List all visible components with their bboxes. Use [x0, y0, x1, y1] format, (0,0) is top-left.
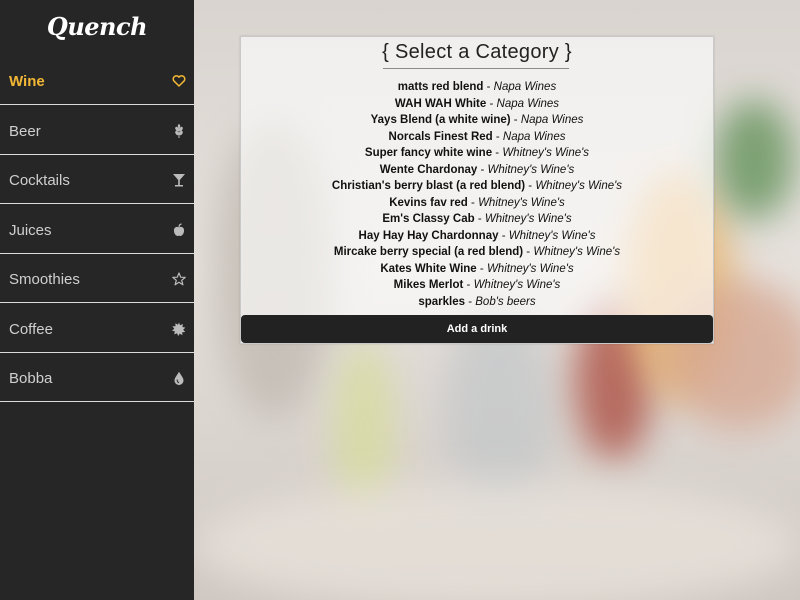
- sidebar-item-wine[interactable]: Wine: [0, 57, 194, 105]
- drink-separator: -: [492, 130, 503, 143]
- drink-separator: -: [486, 97, 497, 110]
- drink-source: Whitney's Wine's: [487, 163, 575, 176]
- drink-source: Whitney's Wine's: [533, 246, 621, 258]
- heart-icon: [172, 74, 186, 88]
- drink-name: Christian's berry blast (a red blend): [331, 180, 526, 192]
- coffee-bean-icon: [172, 322, 186, 336]
- add-drink-button[interactable]: Add a drink: [241, 315, 713, 343]
- sidebar-item-label: Juices: [9, 221, 52, 239]
- drink-name: WAH WAH White: [394, 97, 487, 110]
- drink-source: Bob's beers: [475, 295, 536, 308]
- sidebar-item-label: Beer: [9, 122, 41, 140]
- drink-separator: -: [510, 114, 521, 126]
- drink-separator: -: [476, 262, 487, 275]
- drink-list-item[interactable]: Kevins fav red - Whitney's Wine's: [241, 195, 713, 212]
- drink-separator: -: [467, 196, 479, 209]
- drink-name: Mircake berry special (a red blend): [333, 246, 524, 258]
- sidebar-item-label: Smoothies: [9, 271, 80, 288]
- sidebar-item-label: Cocktails: [9, 172, 70, 189]
- drink-list-item[interactable]: sparkles - Bob's beers: [241, 294, 713, 311]
- drink-name: Hay Hay Hay Chardonnay: [358, 229, 499, 242]
- drink-list-item[interactable]: Christian's berry blast (a red blend) - …: [241, 178, 713, 195]
- drink-separator: -: [474, 213, 485, 225]
- drop-icon: [172, 371, 186, 385]
- drink-source: Whitney's Wine's: [484, 213, 572, 225]
- star-icon: [172, 272, 186, 286]
- sidebar-item-juices[interactable]: Juices: [0, 206, 194, 254]
- drink-list-item[interactable]: Mikes Merlot - Whitney's Wine's: [241, 277, 713, 294]
- drink-name: sparkles: [418, 295, 466, 308]
- category-panel: { Select a Category } matts red blend - …: [240, 36, 714, 344]
- app-logo: Quench: [46, 12, 148, 41]
- drink-list-item[interactable]: Norcals Finest Red - Napa Wines: [241, 129, 713, 146]
- category-menu: Wine Beer Cocktails Juices Smoothies Coffee Bo…: [0, 57, 194, 404]
- drink-source: Whitney's Wine's: [486, 262, 574, 275]
- drink-list-item[interactable]: WAH WAH White - Napa Wines: [241, 96, 713, 113]
- wheat-icon: [172, 123, 186, 138]
- drink-source: Whitney's Wine's: [502, 147, 590, 159]
- drink-source: Whitney's Wine's: [535, 180, 623, 192]
- sidebar-item-beer[interactable]: Beer: [0, 107, 194, 155]
- drink-list-item[interactable]: Wente Chardonay - Whitney's Wine's: [241, 162, 713, 179]
- cocktail-icon: [172, 173, 186, 187]
- drink-separator: -: [525, 180, 536, 192]
- drink-separator: -: [492, 147, 503, 159]
- drink-separator: -: [523, 246, 534, 258]
- sidebar-item-label: Bobba: [9, 370, 53, 387]
- drink-separator: -: [483, 81, 494, 93]
- drink-list-item[interactable]: Kates White Wine - Whitney's Wine's: [241, 261, 713, 278]
- drink-source: Whitney's Wine's: [478, 196, 565, 209]
- panel-title: { Select a Category }: [382, 41, 572, 63]
- drink-separator: -: [498, 229, 509, 242]
- drink-list-item[interactable]: Mircake berry special (a red blend) - Wh…: [241, 244, 713, 261]
- title-divider: [383, 68, 569, 69]
- drink-separator: -: [465, 295, 476, 308]
- drink-name: Kates White Wine: [380, 262, 477, 275]
- drink-list-item[interactable]: Super fancy white wine - Whitney's Wine'…: [241, 145, 713, 162]
- drink-source: Napa Wines: [496, 97, 560, 110]
- drink-source: Whitney's Wine's: [508, 229, 596, 242]
- drink-separator: -: [463, 279, 474, 291]
- drink-name: Em's Classy Cab: [382, 213, 475, 225]
- drink-source: Napa Wines: [502, 130, 566, 143]
- drink-list-item[interactable]: Yays Blend (a white wine) - Napa Wines: [241, 112, 713, 129]
- drink-name: Super fancy white wine: [364, 147, 493, 159]
- drink-name: Norcals Finest Red: [388, 130, 493, 143]
- apple-icon: [172, 222, 186, 237]
- drink-name: Mikes Merlot: [393, 279, 464, 291]
- drink-source: Napa Wines: [493, 81, 557, 93]
- drink-list-item[interactable]: Hay Hay Hay Chardonnay - Whitney's Wine'…: [241, 228, 713, 245]
- drink-name: Kevins fav red: [389, 196, 468, 209]
- drink-name: Wente Chardonay: [379, 163, 478, 176]
- drink-separator: -: [477, 163, 488, 176]
- sidebar-item-label: Coffee: [9, 320, 53, 338]
- sidebar: Quench Wine Beer Cocktails Juices Smoothies C…: [0, 0, 194, 600]
- drink-list-item[interactable]: Em's Classy Cab - Whitney's Wine's: [241, 211, 713, 228]
- drink-name: matts red blend: [397, 81, 484, 93]
- sidebar-item-label: Wine: [9, 73, 45, 90]
- drink-name: Yays Blend (a white wine): [370, 114, 511, 126]
- sidebar-item-coffee[interactable]: Coffee: [0, 305, 194, 353]
- sidebar-item-bobba[interactable]: Bobba: [0, 354, 194, 402]
- drink-source: Whitney's Wine's: [473, 279, 561, 291]
- sidebar-item-cocktails[interactable]: Cocktails: [0, 156, 194, 204]
- drink-list: matts red blend - Napa Wines WAH WAH Whit…: [241, 79, 713, 310]
- sidebar-item-smoothies[interactable]: Smoothies: [0, 255, 194, 303]
- drink-source: Napa Wines: [520, 114, 584, 126]
- drink-list-item[interactable]: matts red blend - Napa Wines: [241, 79, 713, 96]
